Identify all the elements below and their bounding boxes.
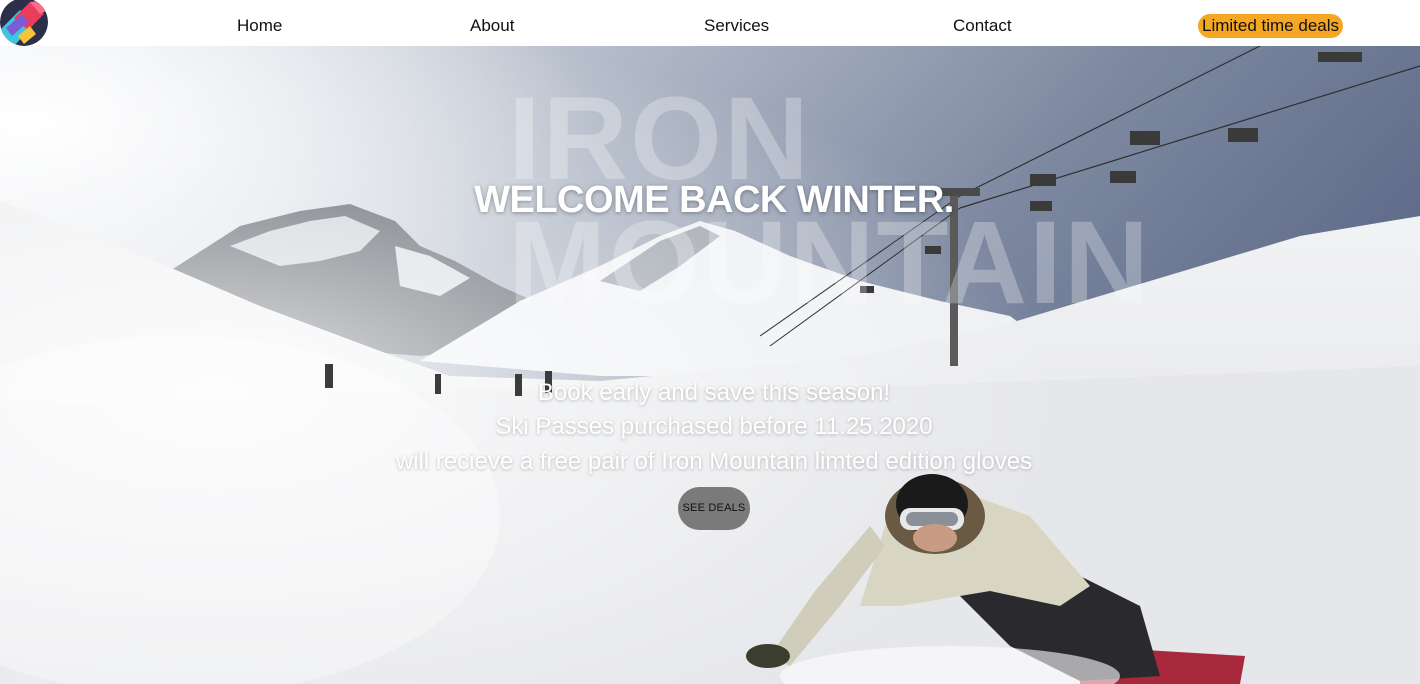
nav-limited-deals-link[interactable]: Limited time deals	[1198, 14, 1344, 38]
nav-contact-link[interactable]: Contact	[953, 14, 1012, 38]
nav-about-link[interactable]: About	[470, 14, 514, 38]
promo-line-2: Ski Passes purchased before 11.25.2020	[495, 413, 933, 440]
hero-headline: WELCOME BACK WINTER.	[474, 179, 954, 221]
logo[interactable]	[0, 0, 50, 46]
see-deals-button[interactable]: SEE DEALS	[678, 487, 750, 530]
promo-line-3: will recieve a free pair of Iron Mountai…	[395, 448, 1033, 475]
promo-line-1: Book early and save this season!	[537, 379, 891, 406]
multicolor-logo-icon	[0, 0, 48, 46]
nav-home-link[interactable]: Home	[237, 14, 282, 38]
top-nav: Home About Services Contact Limited time…	[0, 0, 1420, 46]
nav-services-link[interactable]: Services	[704, 14, 769, 38]
hero-section: IRON MOUNTAIN WELCOME BACK WINTER. Book …	[0, 46, 1420, 684]
